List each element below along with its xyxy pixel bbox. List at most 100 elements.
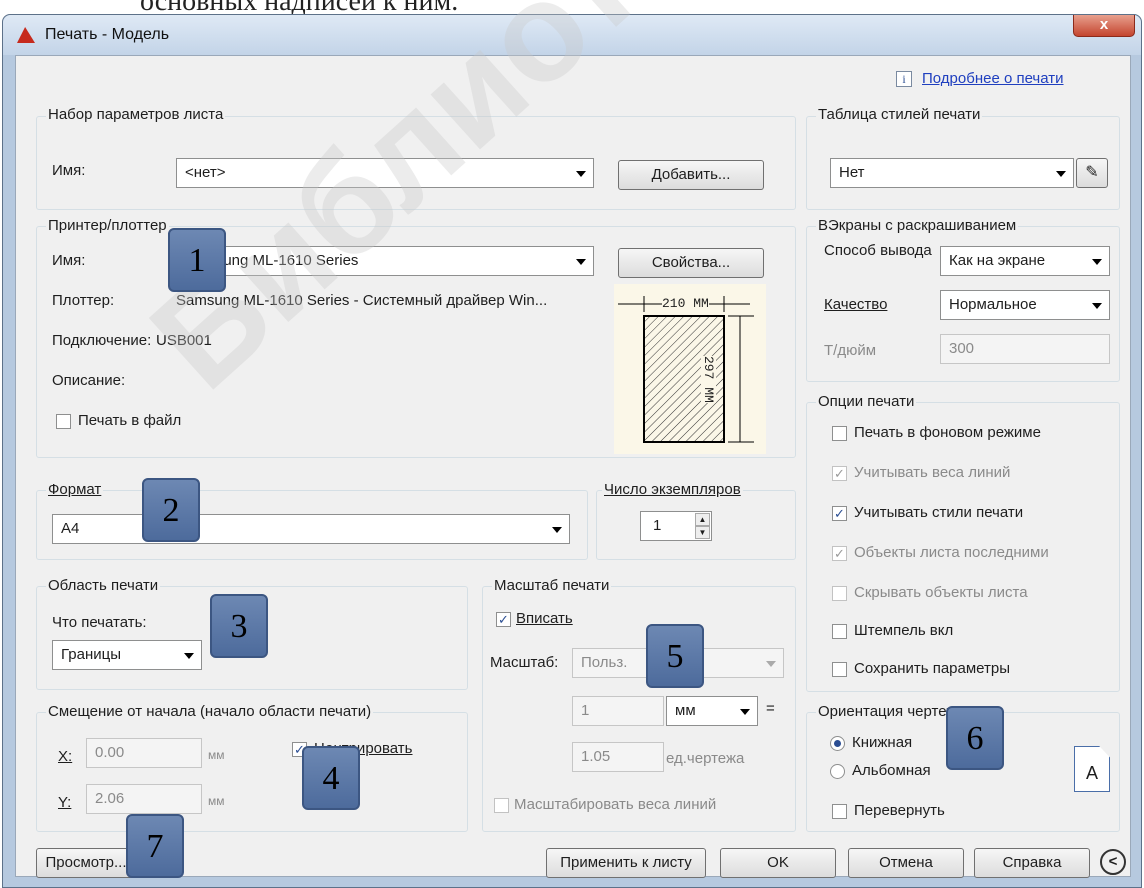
plot-style-title: Таблица стилей печати	[816, 106, 983, 123]
what-to-plot-value: Границы	[61, 646, 121, 663]
landscape-radio[interactable]	[830, 764, 845, 779]
edit-style-button[interactable]: ✎	[1076, 158, 1108, 188]
callout-2: 2	[142, 478, 200, 542]
printer-title: Принтер/плоттер	[46, 217, 169, 234]
background-plot-checkbox[interactable]	[832, 426, 847, 441]
portrait-radio[interactable]	[830, 736, 845, 751]
what-to-plot-combo[interactable]: Границы	[52, 640, 202, 670]
page-setup-title: Набор параметров листа	[46, 106, 226, 123]
callout-4: 4	[302, 746, 360, 810]
lineweights-label: Учитывать веса линий	[854, 464, 1011, 481]
callout-3: 3	[210, 594, 268, 658]
chevron-down-icon	[1092, 303, 1102, 309]
chevron-down-icon	[1092, 259, 1102, 265]
chevron-down-icon	[552, 527, 562, 533]
quality-combo[interactable]: Нормальное	[940, 290, 1110, 320]
printer-name-label: Имя:	[52, 252, 86, 269]
copies-spinner[interactable]: 1 ▲ ▼	[640, 511, 712, 541]
properties-button[interactable]: Свойства...	[618, 248, 764, 278]
plot-styles-label: Учитывать стили печати	[854, 504, 1024, 521]
drawing-units-label: ед.чертежа	[666, 750, 745, 767]
shade-mode-combo[interactable]: Как на экране	[940, 246, 1110, 276]
background-plot-label: Печать в фоновом режиме	[854, 424, 1041, 441]
scale-units-field[interactable]: 1.05	[572, 742, 664, 772]
plot-styles-checkbox[interactable]: ✓	[832, 506, 847, 521]
stamp-on-label: Штемпель вкл	[854, 622, 954, 639]
printer-combo[interactable]: Samsung ML-1610 Series	[176, 246, 594, 276]
scale-inches-field[interactable]: 1	[572, 696, 664, 726]
close-button[interactable]: x	[1073, 15, 1135, 37]
offset-x-field[interactable]: 0.00	[86, 738, 202, 768]
offset-y-unit: мм	[208, 794, 225, 808]
upside-down-checkbox[interactable]	[832, 804, 847, 819]
shade-mode-value: Как на экране	[949, 252, 1046, 269]
hide-objects-label: Скрывать объекты листа	[854, 584, 1028, 601]
title-bar: Печать - Модель x	[3, 15, 1141, 55]
preview-width-label: 210 ММ	[662, 296, 709, 311]
help-link[interactable]: Подробнее о печати	[922, 70, 1064, 87]
print-to-file-label: Печать в файл	[78, 412, 182, 429]
chevron-down-icon	[1056, 171, 1066, 177]
quality-value: Нормальное	[949, 296, 1037, 313]
equals-sign: =	[766, 700, 775, 717]
print-to-file-checkbox[interactable]	[56, 414, 71, 429]
paperspace-last-checkbox[interactable]: ✓	[832, 546, 847, 561]
chevron-down-icon	[740, 709, 750, 715]
paperspace-last-label: Объекты листа последними	[854, 544, 1049, 561]
dpi-field[interactable]: 300	[940, 334, 1110, 364]
callout-5: 5	[646, 624, 704, 688]
hide-objects-checkbox[interactable]	[832, 586, 847, 601]
plotter-label: Плоттер:	[52, 292, 115, 309]
dpi-label: Т/дюйм	[824, 342, 877, 359]
apply-to-layout-button[interactable]: Применить к листу	[546, 848, 706, 878]
ok-button[interactable]: OK	[720, 848, 836, 878]
fit-to-paper-checkbox[interactable]: ✓	[496, 612, 511, 627]
lineweights-checkbox[interactable]: ✓	[832, 466, 847, 481]
fit-to-paper-label: Вписать	[516, 610, 573, 627]
portrait-page-icon: A	[1074, 746, 1110, 792]
add-page-setup-button[interactable]: Добавить...	[618, 160, 764, 190]
copies-value: 1	[653, 517, 662, 534]
upside-down-label: Перевернуть	[854, 802, 945, 819]
shaded-viewport-title: ВЭкраны с раскрашиванием	[816, 217, 1019, 234]
port-value: USB001	[156, 332, 212, 349]
chevron-down-icon	[766, 661, 776, 667]
pencil-icon: ✎	[1085, 164, 1099, 181]
offset-x-unit: мм	[208, 748, 225, 762]
save-changes-checkbox[interactable]	[832, 662, 847, 677]
preview-height-label: 297 ММ	[701, 356, 716, 403]
plot-style-value: Нет	[839, 164, 865, 181]
preview-button[interactable]: Просмотр...	[36, 848, 136, 878]
description-label: Описание:	[52, 372, 126, 389]
plot-style-combo[interactable]: Нет	[830, 158, 1074, 188]
offset-y-field[interactable]: 2.06	[86, 784, 202, 814]
chevron-down-icon	[576, 259, 586, 265]
paper-size-combo[interactable]: A4	[52, 514, 570, 544]
landscape-label: Альбомная	[852, 762, 931, 779]
chevron-down-icon	[576, 171, 586, 177]
callout-6: 6	[946, 706, 1004, 770]
help-button[interactable]: Справка	[974, 848, 1090, 878]
scale-lineweights-checkbox[interactable]	[494, 798, 509, 813]
spin-up-icon[interactable]: ▲	[695, 513, 710, 526]
window-title: Печать - Модель	[45, 26, 170, 43]
offset-y-label: Y:	[58, 794, 72, 811]
copies-title: Число экземпляров	[602, 481, 743, 498]
paper-size-value: A4	[61, 520, 80, 537]
page-setup-combo[interactable]: <нет>	[176, 158, 594, 188]
expand-collapse-icon[interactable]: <	[1100, 849, 1126, 875]
plot-area-title: Область печати	[46, 577, 161, 594]
scale-unit-combo[interactable]: мм	[666, 696, 758, 726]
plot-offset-group	[36, 712, 468, 832]
autocad-app-icon	[17, 27, 35, 43]
scale-value: Польз.	[581, 654, 628, 671]
plot-scale-title: Масштаб печати	[492, 577, 612, 594]
spin-down-icon[interactable]: ▼	[695, 526, 710, 539]
plot-offset-title: Смещение от начала (начало области печат…	[46, 703, 374, 720]
portrait-label: Книжная	[852, 734, 913, 751]
cancel-button[interactable]: Отмена	[848, 848, 964, 878]
page-setup-name-label: Имя:	[52, 162, 86, 179]
stamp-on-checkbox[interactable]	[832, 624, 847, 639]
port-label: Подключение:	[52, 332, 152, 349]
page-setup-value: <нет>	[185, 164, 226, 181]
